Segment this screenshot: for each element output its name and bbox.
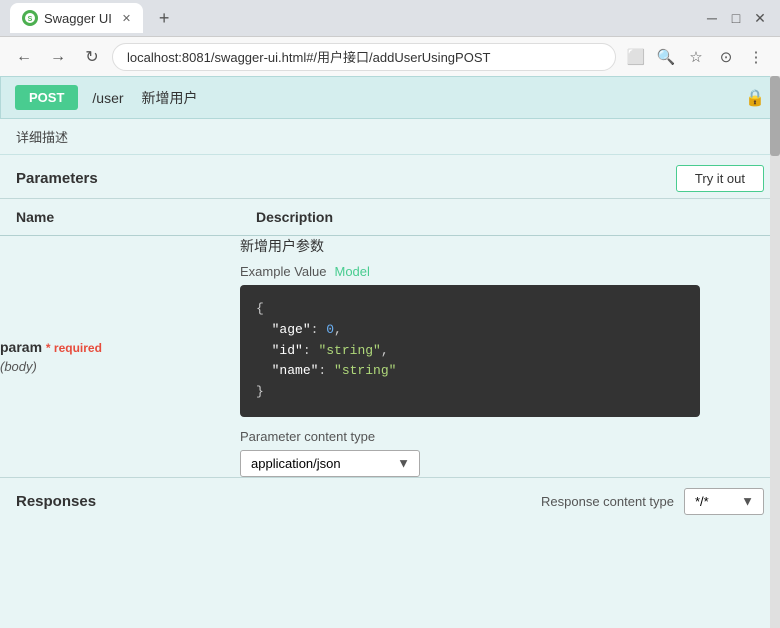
- page-content: POST /user 新增用户 🔒 详细描述 Parameters Try it…: [0, 76, 780, 628]
- endpoint-header[interactable]: POST /user 新增用户 🔒: [0, 76, 780, 119]
- forward-button[interactable]: →: [44, 43, 72, 71]
- param-name: param * required: [0, 339, 240, 355]
- address-bar-input[interactable]: [112, 43, 616, 71]
- param-row: param * required (body) 新增用户参数 Example V…: [0, 236, 780, 477]
- profile-icon[interactable]: ⊙: [712, 43, 740, 71]
- content-type-label: Parameter content type: [240, 429, 780, 444]
- code-line-3: "id": "string",: [256, 343, 389, 358]
- detail-label: 详细描述: [16, 130, 68, 145]
- close-window-button[interactable]: ✕: [750, 8, 770, 28]
- col-description-header: Description: [240, 199, 780, 236]
- code-line-4: "name": "string": [256, 363, 396, 378]
- post-badge: POST: [15, 85, 78, 110]
- params-table: Name Description param * required (bo: [0, 199, 780, 477]
- parameters-section: Parameters Try it out Name Description: [0, 155, 780, 477]
- tab-title: Swagger UI: [44, 11, 112, 26]
- zoom-icon[interactable]: 🔍: [652, 43, 680, 71]
- try-it-out-button[interactable]: Try it out: [676, 165, 764, 192]
- code-block: { "age": 0, "id": "string", "name": "str…: [240, 285, 700, 417]
- response-content-type-select[interactable]: */*: [684, 488, 764, 515]
- menu-icon[interactable]: ⋮: [742, 43, 770, 71]
- screenshot-icon[interactable]: ⬜: [622, 43, 650, 71]
- code-line-2: "age": 0,: [256, 322, 342, 337]
- param-required-badge: * required: [46, 341, 102, 355]
- detail-section: 详细描述: [0, 119, 780, 155]
- scrollbar-thumb[interactable]: [770, 76, 780, 156]
- minimize-button[interactable]: ─: [702, 8, 722, 28]
- parameters-header: Parameters Try it out: [0, 155, 780, 199]
- col-name-header: Name: [0, 199, 240, 236]
- lock-icon: 🔒: [745, 88, 765, 108]
- model-link[interactable]: Model: [334, 264, 369, 279]
- refresh-button[interactable]: ↻: [78, 43, 106, 71]
- endpoint-description: 新增用户: [142, 88, 198, 108]
- response-content-type-label: Response content type: [541, 494, 674, 509]
- content-type-select[interactable]: application/json: [240, 450, 420, 477]
- content-type-section: Parameter content type application/json …: [240, 429, 780, 477]
- swagger-section: POST /user 新增用户 🔒 详细描述 Parameters Try it…: [0, 76, 780, 525]
- back-button[interactable]: ←: [10, 43, 38, 71]
- example-value-header: Example Value Model: [240, 264, 780, 279]
- bookmark-icon[interactable]: ☆: [682, 43, 710, 71]
- code-line-1: {: [256, 301, 264, 316]
- tab-favicon: S: [22, 10, 38, 26]
- responses-section: Responses Response content type */* ▼: [0, 477, 780, 525]
- response-content-type: Response content type */* ▼: [541, 488, 764, 515]
- content-type-select-wrapper[interactable]: application/json ▼: [240, 450, 420, 477]
- code-line-5: }: [256, 384, 264, 399]
- scrollbar[interactable]: [770, 76, 780, 628]
- example-value-label: Example Value: [240, 264, 326, 279]
- browser-tab[interactable]: S Swagger UI ✕: [10, 3, 143, 33]
- parameters-title: Parameters: [16, 170, 98, 187]
- response-content-type-select-wrapper[interactable]: */* ▼: [684, 488, 764, 515]
- responses-title: Responses: [16, 493, 96, 510]
- tab-close-button[interactable]: ✕: [122, 12, 131, 25]
- endpoint-path: /user: [92, 90, 123, 106]
- maximize-button[interactable]: □: [726, 8, 746, 28]
- new-tab-button[interactable]: +: [151, 5, 177, 31]
- param-in: (body): [0, 359, 240, 374]
- param-description-text: 新增用户参数: [240, 236, 780, 256]
- svg-text:S: S: [28, 16, 33, 23]
